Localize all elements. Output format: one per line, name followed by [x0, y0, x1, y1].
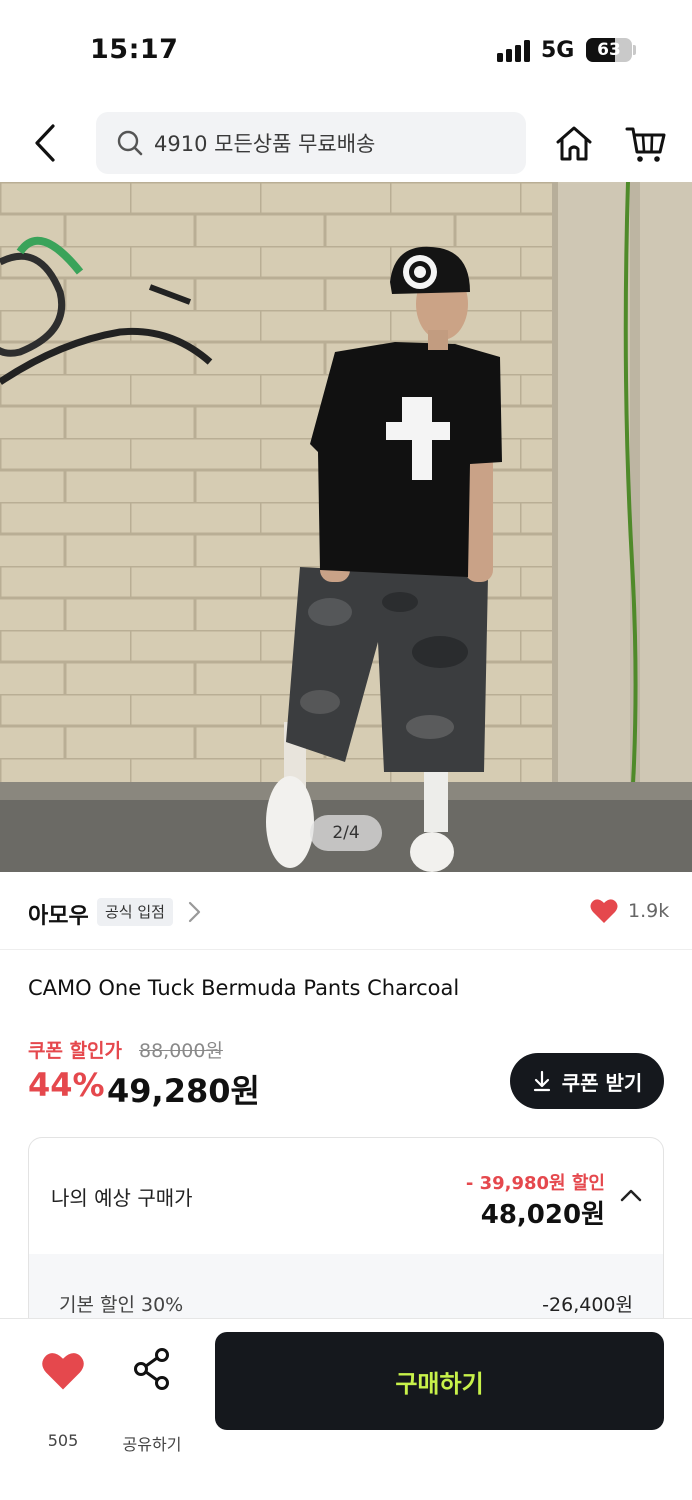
share-label: 공유하기: [122, 1435, 182, 1454]
share-icon: [134, 1348, 169, 1390]
detail-label: 기본 할인 30%: [59, 1294, 184, 1316]
network-type: 5G: [541, 38, 575, 63]
product-photo: [0, 182, 692, 872]
heart-icon: [590, 899, 618, 923]
expected-price: 48,020원: [480, 1200, 605, 1230]
get-coupon-label: 쿠폰 받기: [561, 1070, 643, 1095]
discount-rate: 44%: [28, 1066, 105, 1104]
final-price: 49,280원: [107, 1072, 260, 1110]
buy-button[interactable]: 구매하기: [215, 1332, 664, 1430]
product-image[interactable]: [0, 182, 692, 872]
like-button[interactable]: 505: [28, 1345, 98, 1450]
bottom-action-bar: 505 공유하기 구매하기: [0, 1318, 692, 1500]
heart-icon: [42, 1353, 84, 1390]
expected-price-header[interactable]: 나의 예상 구매가 - 39,980원 할인 48,020원: [29, 1138, 663, 1254]
chevron-left-icon: [35, 124, 55, 162]
expected-price-card: 나의 예상 구매가 - 39,980원 할인 48,020원 기본 할인 30%…: [28, 1137, 664, 1337]
status-bar: 15:17 5G 63: [0, 0, 692, 100]
coupon-price-label: 쿠폰 할인가: [28, 1040, 123, 1062]
original-price: 88,000원: [139, 1040, 223, 1062]
chevron-right-icon: [188, 901, 201, 923]
image-counter: 2/4: [310, 815, 382, 851]
search-text: 4910 모든상품 무료배송: [154, 132, 376, 156]
home-button[interactable]: [552, 122, 596, 166]
collapse-toggle[interactable]: [619, 1186, 643, 1204]
status-time: 15:17: [90, 34, 179, 65]
battery-level: 63: [597, 40, 621, 60]
get-coupon-button[interactable]: 쿠폰 받기: [510, 1053, 664, 1109]
detail-value: -26,400원: [542, 1294, 633, 1316]
signal-icon: [497, 40, 531, 62]
top-navigation: 4910 모든상품 무료배송: [0, 100, 692, 182]
back-button[interactable]: [22, 118, 68, 168]
battery-icon: 63: [586, 38, 632, 62]
home-icon: [556, 126, 592, 161]
product-title: CAMO One Tuck Bermuda Pants Charcoal: [28, 976, 460, 1000]
official-store-badge: 공식 입점: [97, 898, 173, 926]
store-like-button[interactable]: 1.9k: [590, 898, 669, 924]
search-icon: [116, 129, 144, 157]
store-row: 아모우 공식 입점 1.9k: [0, 872, 692, 950]
expected-discount: - 39,980원 할인: [465, 1173, 605, 1194]
search-bar[interactable]: 4910 모든상품 무료배송: [96, 112, 526, 174]
download-icon: [533, 1070, 550, 1092]
cart-icon: [625, 127, 666, 162]
expected-price-label: 나의 예상 구매가: [51, 1186, 193, 1210]
cart-button[interactable]: [624, 122, 668, 166]
like-count: 505: [47, 1431, 79, 1450]
store-like-count: 1.9k: [628, 900, 670, 922]
share-button[interactable]: 공유하기: [116, 1345, 188, 1454]
chevron-up-icon: [620, 1189, 642, 1202]
store-name[interactable]: 아모우: [28, 898, 89, 930]
store-link-button[interactable]: [186, 900, 202, 924]
